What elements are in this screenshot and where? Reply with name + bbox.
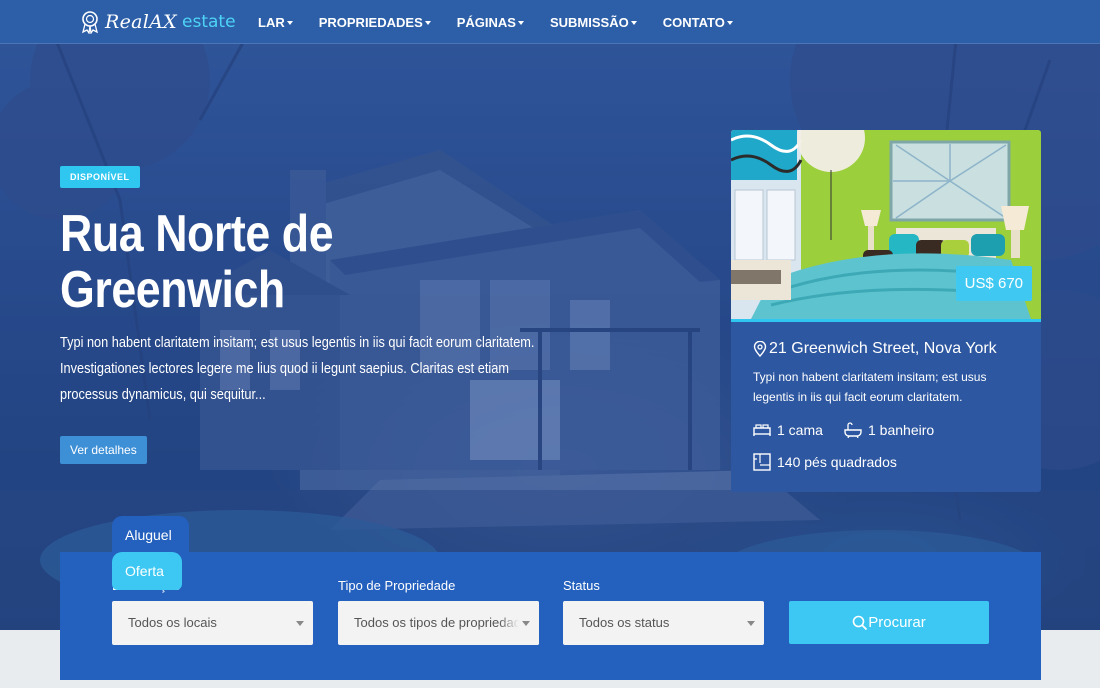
nav-item-contato[interactable]: CONTATO [663,15,733,30]
nav-item-paginas[interactable]: PÁGINAS [457,15,524,30]
caret-down-icon [286,21,293,25]
area-feature: 140 pés quadrados [753,453,897,471]
caret-down-icon [424,21,431,25]
dropdown-arrow-icon [296,621,304,626]
nav-label: LAR [258,14,285,30]
search-panel: Localização Todos os locais Tipo de Prop… [60,552,1041,680]
search-icon [852,615,868,630]
dropdown-arrow-icon [747,621,755,626]
nav-item-lar[interactable]: LAR [258,15,293,30]
location-select[interactable]: Todos os locais [112,601,313,645]
property-type-select[interactable]: Todos os tipos de propriedade [338,601,539,645]
nav-label: CONTATO [662,14,725,30]
area-text: 140 pés quadrados [777,454,897,470]
location-value: Todos os locais [128,615,217,630]
card-description: Typi non habent claritatem insitam; est … [753,370,987,404]
logo-subtext: estate [182,12,236,32]
status-badge: DISPONÍVEL [60,166,140,188]
card-accent-bar [731,319,1041,322]
tab-oferta[interactable]: Oferta [112,552,182,590]
hero-title: Rua Norte de Greenwich [60,205,334,319]
map-pin-icon [753,341,767,357]
award-ribbon-icon [82,11,98,34]
nav-item-propriedades[interactable]: PROPRIEDADES [319,15,431,30]
search-button[interactable]: Procurar [789,601,989,644]
caret-down-icon [726,21,733,25]
baths-text: 1 banheiro [868,422,935,438]
nav-label: SUBMISSÃO [549,14,629,30]
nav-label: PROPRIEDADES [318,14,423,30]
price-tag: US$ 670 [955,266,1032,301]
property-card[interactable]: US$ 670 21 Greenwich Street, Nova York T… [731,130,1041,492]
floor-plan-icon [753,453,771,471]
card-address: 21 Greenwich Street, Nova York [753,340,997,358]
tab-aluguel[interactable]: Aluguel [112,516,189,554]
caret-down-icon [517,21,524,25]
logo[interactable]: RealAX estate [80,8,236,36]
address-text: 21 Greenwich Street, Nova York [769,340,997,357]
beds-text: 1 cama [777,422,823,438]
navbar: RealAX estate LAR PROPRIEDADES PÁGINAS S… [0,0,1100,44]
property-photo: US$ 670 [731,130,1041,319]
main-nav: LAR PROPRIEDADES PÁGINAS SUBMISSÃO CONTA… [258,0,759,44]
select-fade [499,601,539,645]
dropdown-arrow-icon [522,621,530,626]
nav-item-submissao[interactable]: SUBMISSÃO [550,15,637,30]
bed-icon [753,424,771,436]
logo-text: RealAX [105,11,178,33]
status-value: Todos os status [579,615,670,630]
beds-feature: 1 cama [753,422,823,438]
property-type-label: Tipo de Propriedade [338,578,456,593]
search-button-label: Procurar [868,614,926,631]
hero-description: Typi non habent claritatem insitam; est … [60,335,535,403]
status-select[interactable]: Todos os status [563,601,764,645]
caret-down-icon [630,21,637,25]
status-label: Status [563,578,600,593]
bathtub-icon [844,422,862,438]
nav-label: PÁGINAS [456,14,516,30]
view-details-button[interactable]: Ver detalhes [60,436,147,464]
baths-feature: 1 banheiro [844,422,934,438]
